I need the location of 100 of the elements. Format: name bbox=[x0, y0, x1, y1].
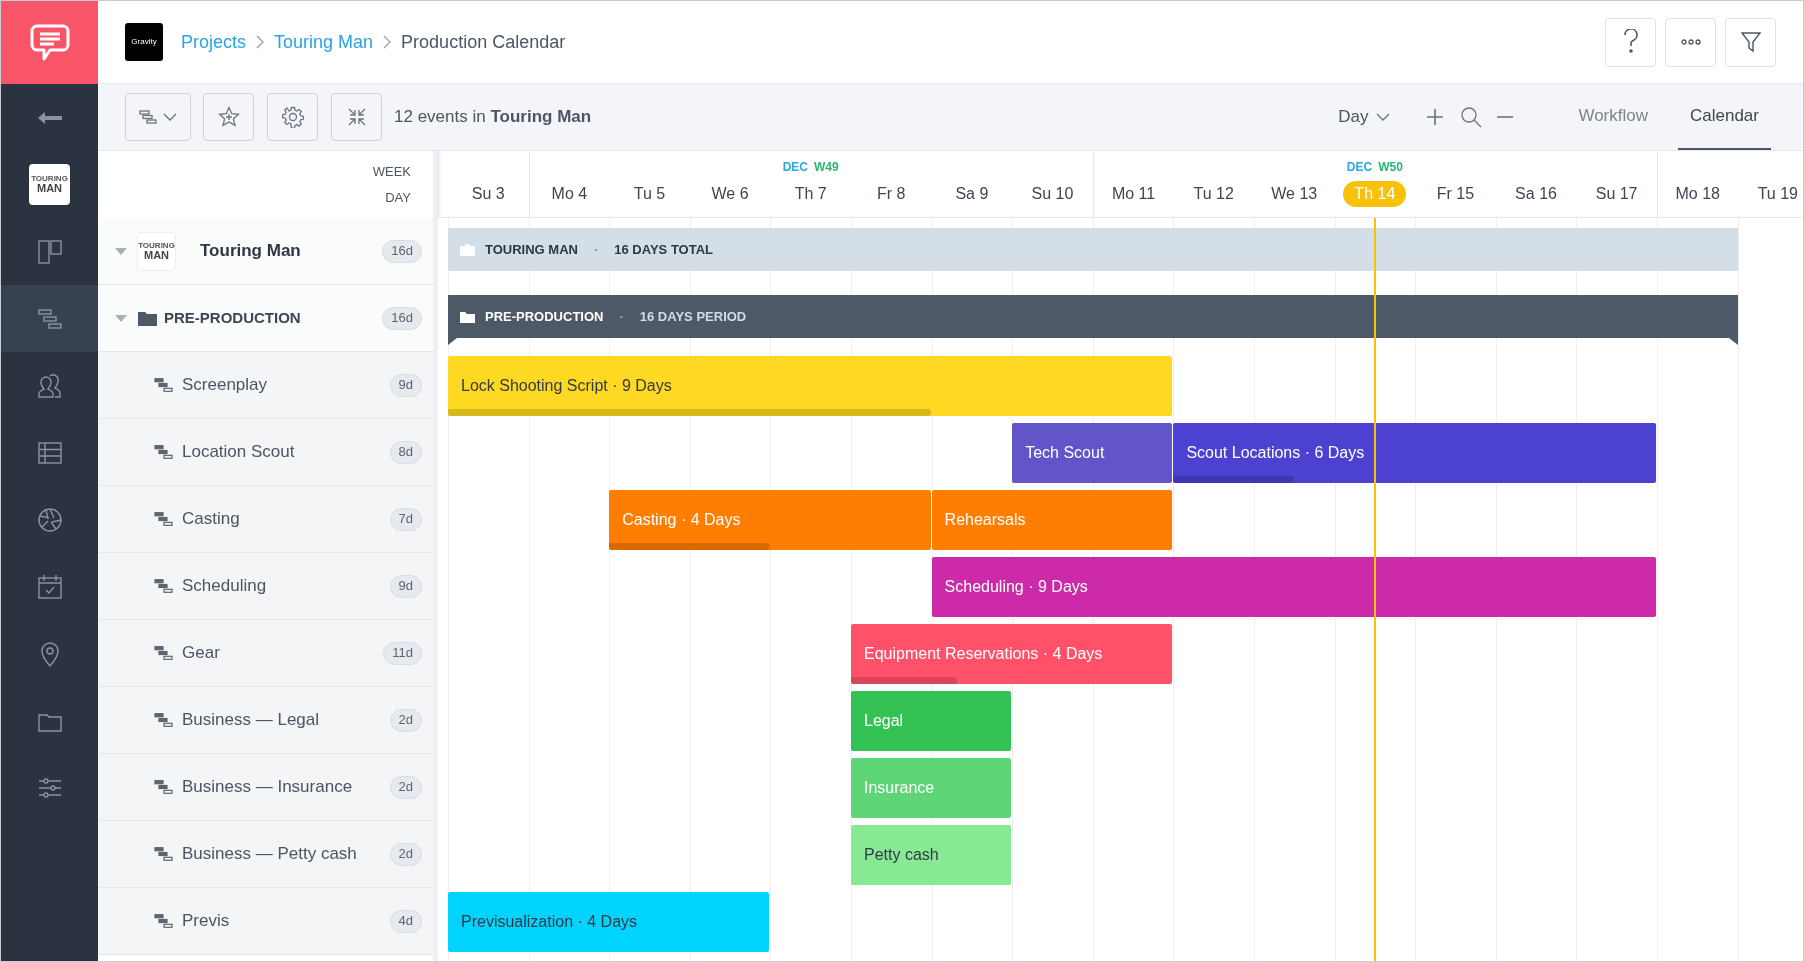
zoom-in-button[interactable] bbox=[1426, 108, 1445, 126]
task-name: Gear bbox=[182, 642, 220, 665]
favorite-button[interactable] bbox=[203, 93, 254, 141]
project-logo: TOURING MAN bbox=[29, 164, 70, 205]
calendar-icon bbox=[35, 572, 64, 601]
gantt-icon bbox=[154, 713, 174, 727]
duration-badge: 4d bbox=[389, 909, 422, 933]
caret-icon bbox=[163, 113, 177, 121]
gantt-icon bbox=[154, 512, 174, 526]
header-label: DAY bbox=[385, 188, 411, 207]
bar-corner-icon bbox=[448, 338, 457, 345]
day-label: Sa 16 bbox=[1515, 184, 1557, 204]
day-label: Su 17 bbox=[1595, 184, 1638, 204]
week-label: W50 bbox=[1378, 159, 1403, 176]
task-name: Business — Legal bbox=[182, 709, 320, 732]
event-bar[interactable]: Petty cash bbox=[851, 825, 1012, 885]
day-label: Mo 4 bbox=[551, 184, 588, 204]
duration-badge: 16d bbox=[382, 306, 422, 330]
gantt-icon bbox=[139, 110, 157, 124]
period-label: 16 DAYS PERIOD bbox=[639, 307, 747, 326]
event-bar[interactable]: Scout Locations · 6 Days bbox=[1173, 423, 1656, 483]
project-logo: TOURING MAN bbox=[137, 231, 176, 271]
day-label: Th 7 bbox=[794, 184, 827, 204]
separator-dot: · bbox=[593, 240, 599, 259]
zoom-reset-button[interactable] bbox=[1460, 106, 1483, 128]
task-name: Screenplay bbox=[182, 374, 268, 397]
day-label: Tu 5 bbox=[633, 184, 666, 204]
event-bar[interactable]: Lock Shooting Script · 9 Days bbox=[448, 356, 1173, 416]
aperture-icon bbox=[35, 505, 64, 534]
view-dropdown[interactable]: Day bbox=[1338, 104, 1391, 130]
event-bar[interactable]: Equipment Reservations · 4 Days bbox=[851, 624, 1173, 684]
gantt-icon bbox=[154, 378, 174, 392]
workspace-logo: Gravity bbox=[131, 36, 157, 48]
plus-icon bbox=[1426, 108, 1445, 126]
day-label: Su 3 bbox=[471, 184, 505, 204]
summary-bar[interactable]: TOURING MAN · 16 DAYS TOTAL bbox=[448, 228, 1738, 271]
day-label: We 13 bbox=[1271, 184, 1318, 204]
chevron-icon bbox=[256, 35, 265, 49]
group-bar[interactable]: PRE-PRODUCTION · 16 DAYS PERIOD bbox=[448, 295, 1738, 338]
gantt-icon bbox=[154, 847, 174, 861]
expanded-triangle-icon[interactable] bbox=[115, 312, 127, 324]
group-name: PRE-PRODUCTION bbox=[164, 307, 301, 328]
header-label: WEEK bbox=[372, 163, 411, 181]
more-button[interactable] bbox=[1665, 17, 1716, 67]
sidebar-item[interactable] bbox=[1, 285, 98, 352]
day-label: Mo 11 bbox=[1111, 184, 1156, 204]
duration-badge: 8d bbox=[389, 440, 422, 464]
task-name: Scheduling bbox=[182, 575, 267, 598]
breadcrumb-link[interactable]: Touring Man bbox=[274, 28, 374, 56]
breadcrumb-current: Production Calendar bbox=[401, 30, 566, 54]
help-icon bbox=[1622, 29, 1639, 55]
collapse-button[interactable] bbox=[331, 93, 382, 141]
group-title: PRE-PRODUCTION bbox=[485, 307, 604, 326]
briefcase-icon bbox=[460, 243, 475, 256]
gantt-icon bbox=[154, 579, 174, 593]
bar-corner-icon bbox=[1728, 338, 1738, 345]
view-tab[interactable]: Workflow bbox=[1566, 84, 1660, 150]
filter-button[interactable] bbox=[1725, 17, 1776, 67]
gantt-icon bbox=[154, 445, 174, 459]
more-icon bbox=[1680, 39, 1701, 45]
events-summary: 12 events in Touring Man bbox=[394, 106, 592, 129]
day-label: Fr 8 bbox=[877, 184, 906, 204]
day-label: We 6 bbox=[711, 184, 749, 204]
week-label: W49 bbox=[814, 159, 839, 176]
duration-badge: 9d bbox=[389, 373, 422, 397]
expanded-triangle-icon[interactable] bbox=[115, 245, 127, 257]
chat-logo-icon[interactable] bbox=[28, 22, 71, 63]
task-name: Previs bbox=[182, 910, 230, 933]
duration-badge: 11d bbox=[383, 641, 422, 665]
board-icon bbox=[35, 237, 64, 266]
duration-badge: 16d bbox=[382, 239, 422, 263]
duration-badge: 2d bbox=[389, 775, 422, 799]
magnifier-icon bbox=[1460, 106, 1483, 128]
day-label: Tu 12 bbox=[1193, 184, 1234, 204]
folder-icon bbox=[460, 310, 475, 323]
help-button[interactable] bbox=[1605, 17, 1656, 67]
settings-button[interactable] bbox=[267, 93, 318, 141]
gantt-icon bbox=[154, 646, 174, 660]
task-name: Business — Petty cash bbox=[182, 843, 357, 866]
star-icon bbox=[217, 106, 240, 128]
event-bar[interactable]: Tech Scout bbox=[1012, 423, 1173, 483]
task-name: Location Scout bbox=[182, 441, 295, 464]
duration-badge: 7d bbox=[389, 507, 422, 531]
day-label: Fr 15 bbox=[1436, 184, 1475, 204]
duration-badge: 2d bbox=[389, 842, 422, 866]
minus-icon bbox=[1496, 116, 1515, 118]
gantt-icon bbox=[154, 780, 174, 794]
view-mode-button[interactable] bbox=[125, 93, 191, 141]
duration-badge: 9d bbox=[389, 574, 422, 598]
task-name: Business — Insurance bbox=[182, 776, 353, 799]
back-arrow-icon[interactable] bbox=[37, 111, 62, 124]
month-label: DEC bbox=[782, 159, 808, 176]
event-bar[interactable]: Previsualization · 4 Days bbox=[448, 892, 770, 952]
project-name: Touring Man bbox=[200, 240, 301, 263]
chevron-icon bbox=[383, 35, 392, 49]
duration-badge: 2d bbox=[389, 708, 422, 732]
period-label: 16 DAYS TOTAL bbox=[614, 240, 713, 259]
caret-icon bbox=[1376, 113, 1391, 121]
day-label: Sa 9 bbox=[955, 184, 989, 204]
event-bar[interactable]: Scheduling · 9 Days bbox=[931, 557, 1656, 617]
